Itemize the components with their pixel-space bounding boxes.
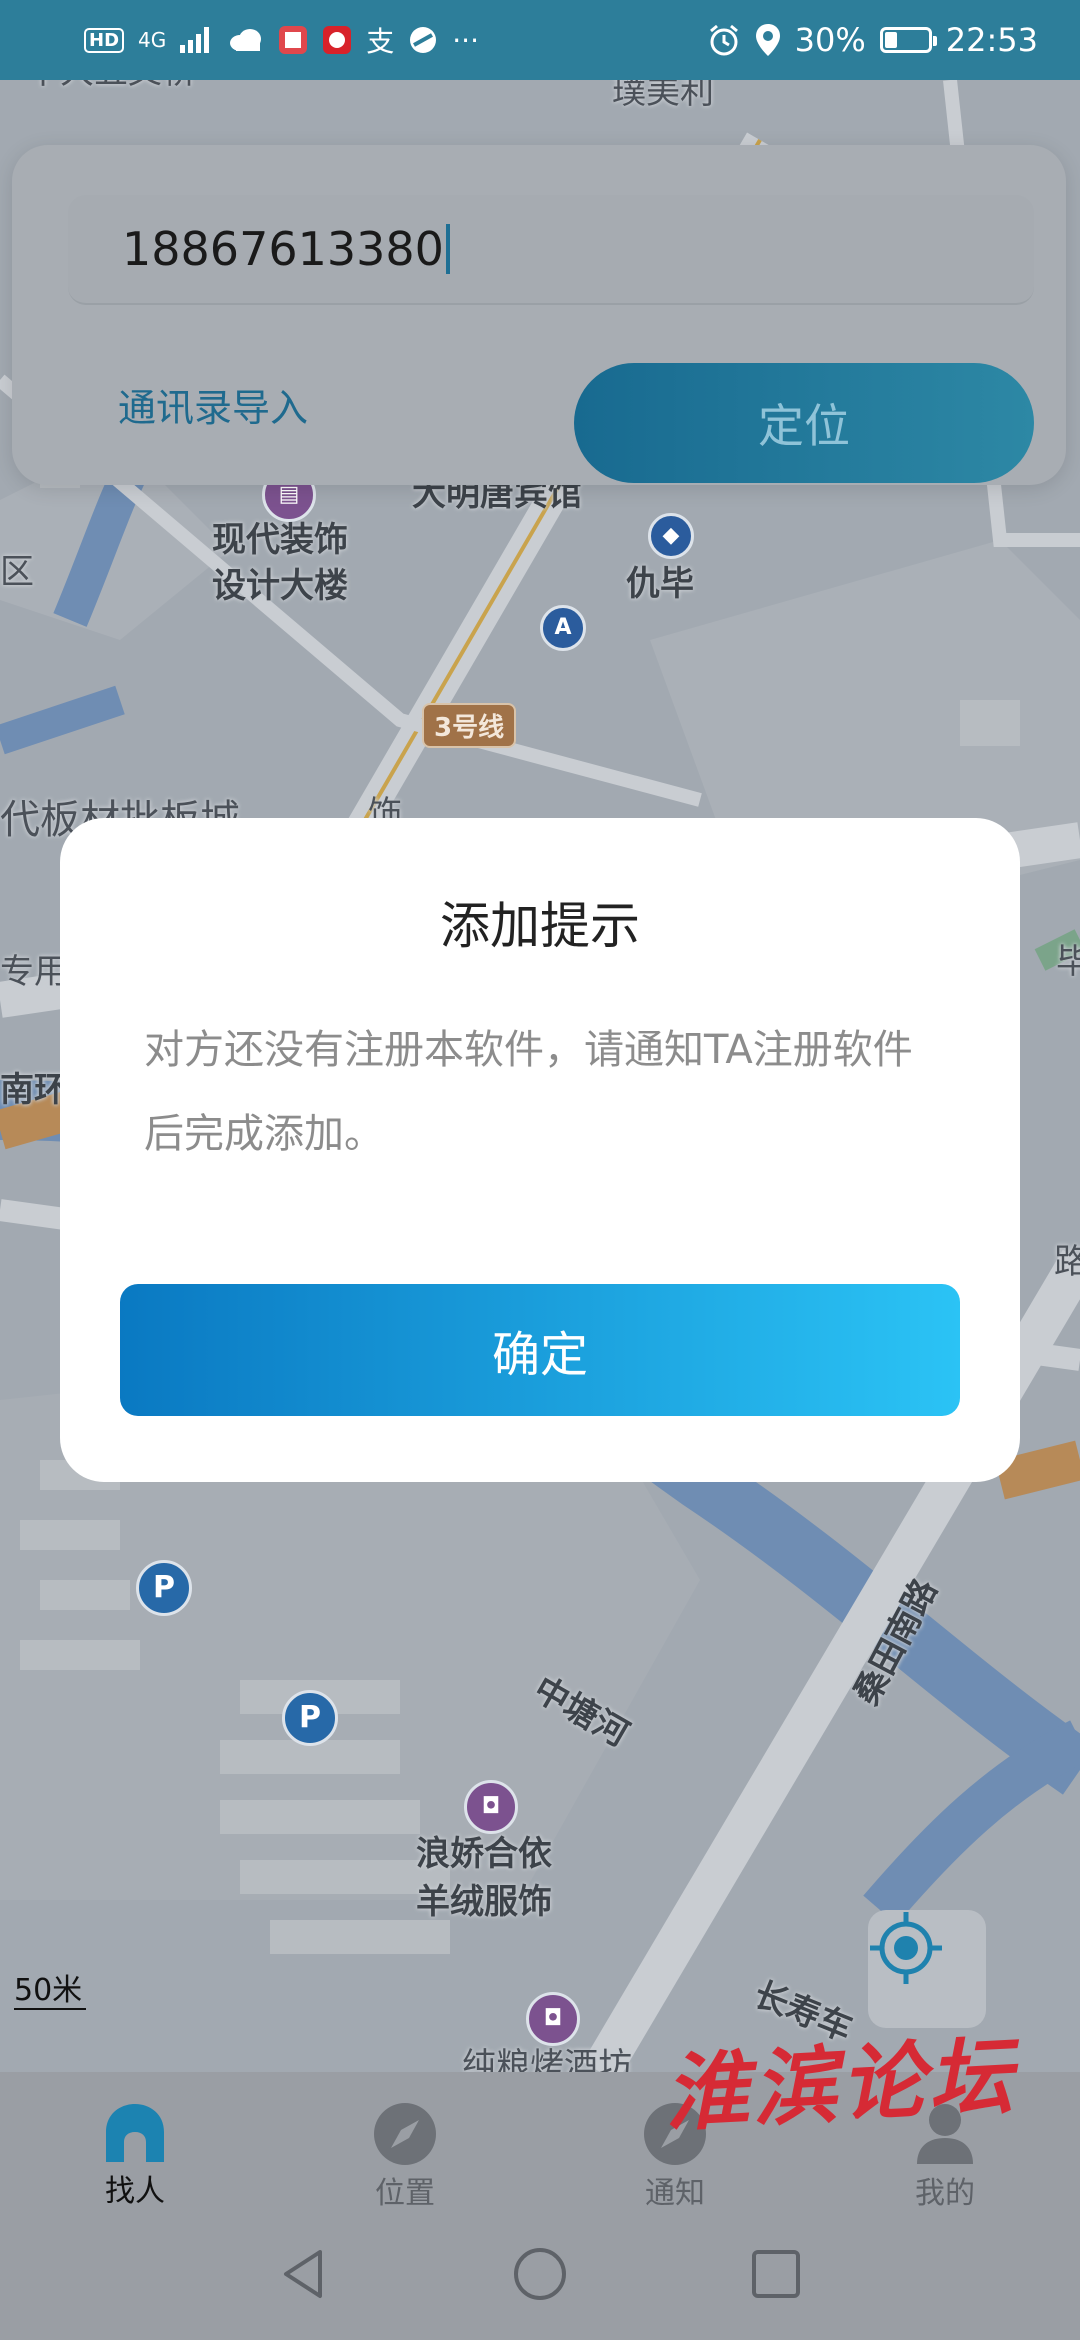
dialog-title: 添加提示 — [440, 897, 640, 955]
recents-icon[interactable] — [748, 2246, 804, 2302]
nav-item-location[interactable]: 位置 — [270, 2072, 540, 2211]
home-icon[interactable] — [512, 2246, 568, 2302]
browser-icon — [410, 27, 437, 53]
nav-label-find-person: 找人 — [105, 2174, 165, 2209]
compass-icon — [372, 2102, 438, 2166]
status-right: 30% 22:53 — [707, 21, 1038, 59]
text-caret — [445, 224, 450, 274]
metro-line-badge: 3号线 — [422, 703, 517, 748]
dialog-message: 对方还没有注册本软件，请通知TA注册软件后完成添加。 — [144, 1027, 913, 1157]
cloud-icon — [230, 29, 262, 51]
map-label-district: 区 — [0, 552, 34, 592]
forum-watermark: 淮滨论坛 — [661, 2025, 1019, 2144]
signal-icon — [180, 27, 210, 53]
map-scale-bar — [14, 2008, 86, 2010]
map-scale-label: 50米 — [14, 1973, 83, 2008]
confirm-button[interactable]: 确定 — [120, 1284, 960, 1416]
system-navigation-bar — [0, 2208, 1080, 2340]
more-notifications-icon: ··· — [452, 23, 479, 57]
locate-button[interactable]: 定位 — [574, 363, 1034, 483]
map-label-building-line2: 设计大楼 — [212, 566, 348, 606]
map-label-south-ring: 南环 — [0, 1070, 68, 1110]
nav-label-mine: 我的 — [915, 2176, 975, 2211]
map-label-right-edge: 毕 — [1056, 942, 1080, 982]
map-label-special: 专用 — [0, 952, 68, 992]
shopping-bag-icon[interactable]: ◘ — [526, 1992, 580, 2046]
status-left: HD 4G 支 ··· — [84, 20, 479, 60]
parking-icon[interactable]: P — [282, 1690, 338, 1746]
nav-label-notifications: 通知 — [645, 2176, 705, 2211]
alipay-icon: 支 — [366, 25, 395, 58]
nav-item-find-person[interactable]: 找人 — [0, 2072, 270, 2209]
book-app-icon — [279, 26, 308, 54]
hd-icon: HD — [84, 27, 125, 53]
map-label-right-edge-2: 路 — [1054, 1242, 1080, 1282]
house-icon — [102, 2102, 168, 2164]
metro-station-icon[interactable]: ◆ — [648, 513, 694, 559]
add-prompt-dialog: 添加提示 对方还没有注册本软件，请通知TA注册软件后完成添加。 确定 — [60, 818, 1020, 1482]
crosshair-icon — [870, 1912, 942, 1984]
import-contacts-link[interactable]: 通讯录导入 — [118, 377, 308, 432]
map-label-station: 仇毕 — [626, 564, 694, 604]
shopping-bag-icon[interactable]: ◘ — [464, 1780, 518, 1834]
network-type: 4G — [138, 28, 167, 52]
battery-icon — [879, 27, 937, 53]
metro-exit-a-icon[interactable]: A — [540, 605, 586, 651]
battery-fill — [884, 32, 898, 48]
nav-label-location: 位置 — [375, 2176, 435, 2211]
battery-percent: 30% — [794, 21, 866, 59]
alarm-icon — [709, 24, 738, 56]
map-label-shop-line1: 浪娇合依 — [416, 1834, 552, 1874]
map-label-top-left: 十大五叉桥 — [26, 80, 196, 94]
phone-number-input[interactable]: 18867613380 — [68, 195, 1034, 305]
map-label-bakery: 纯粮烤酒坊 — [462, 2046, 632, 2072]
search-card: 18867613380 通讯录导入 定位 — [12, 145, 1066, 485]
location-icon — [755, 24, 780, 56]
map-label-building-line1: 现代装饰 — [212, 520, 348, 560]
map-label-shop-line2: 羊绒服饰 — [416, 1882, 552, 1922]
map-label-top-right: 璞美利 — [612, 80, 714, 112]
gift-app-icon — [323, 26, 352, 54]
status-bar: HD 4G 支 ··· 30% 22:53 — [0, 0, 1080, 80]
clock: 22:53 — [945, 21, 1038, 59]
back-icon[interactable] — [276, 2246, 332, 2302]
phone-number-value: 18867613380 — [122, 222, 444, 276]
parking-icon[interactable]: P — [136, 1560, 192, 1616]
